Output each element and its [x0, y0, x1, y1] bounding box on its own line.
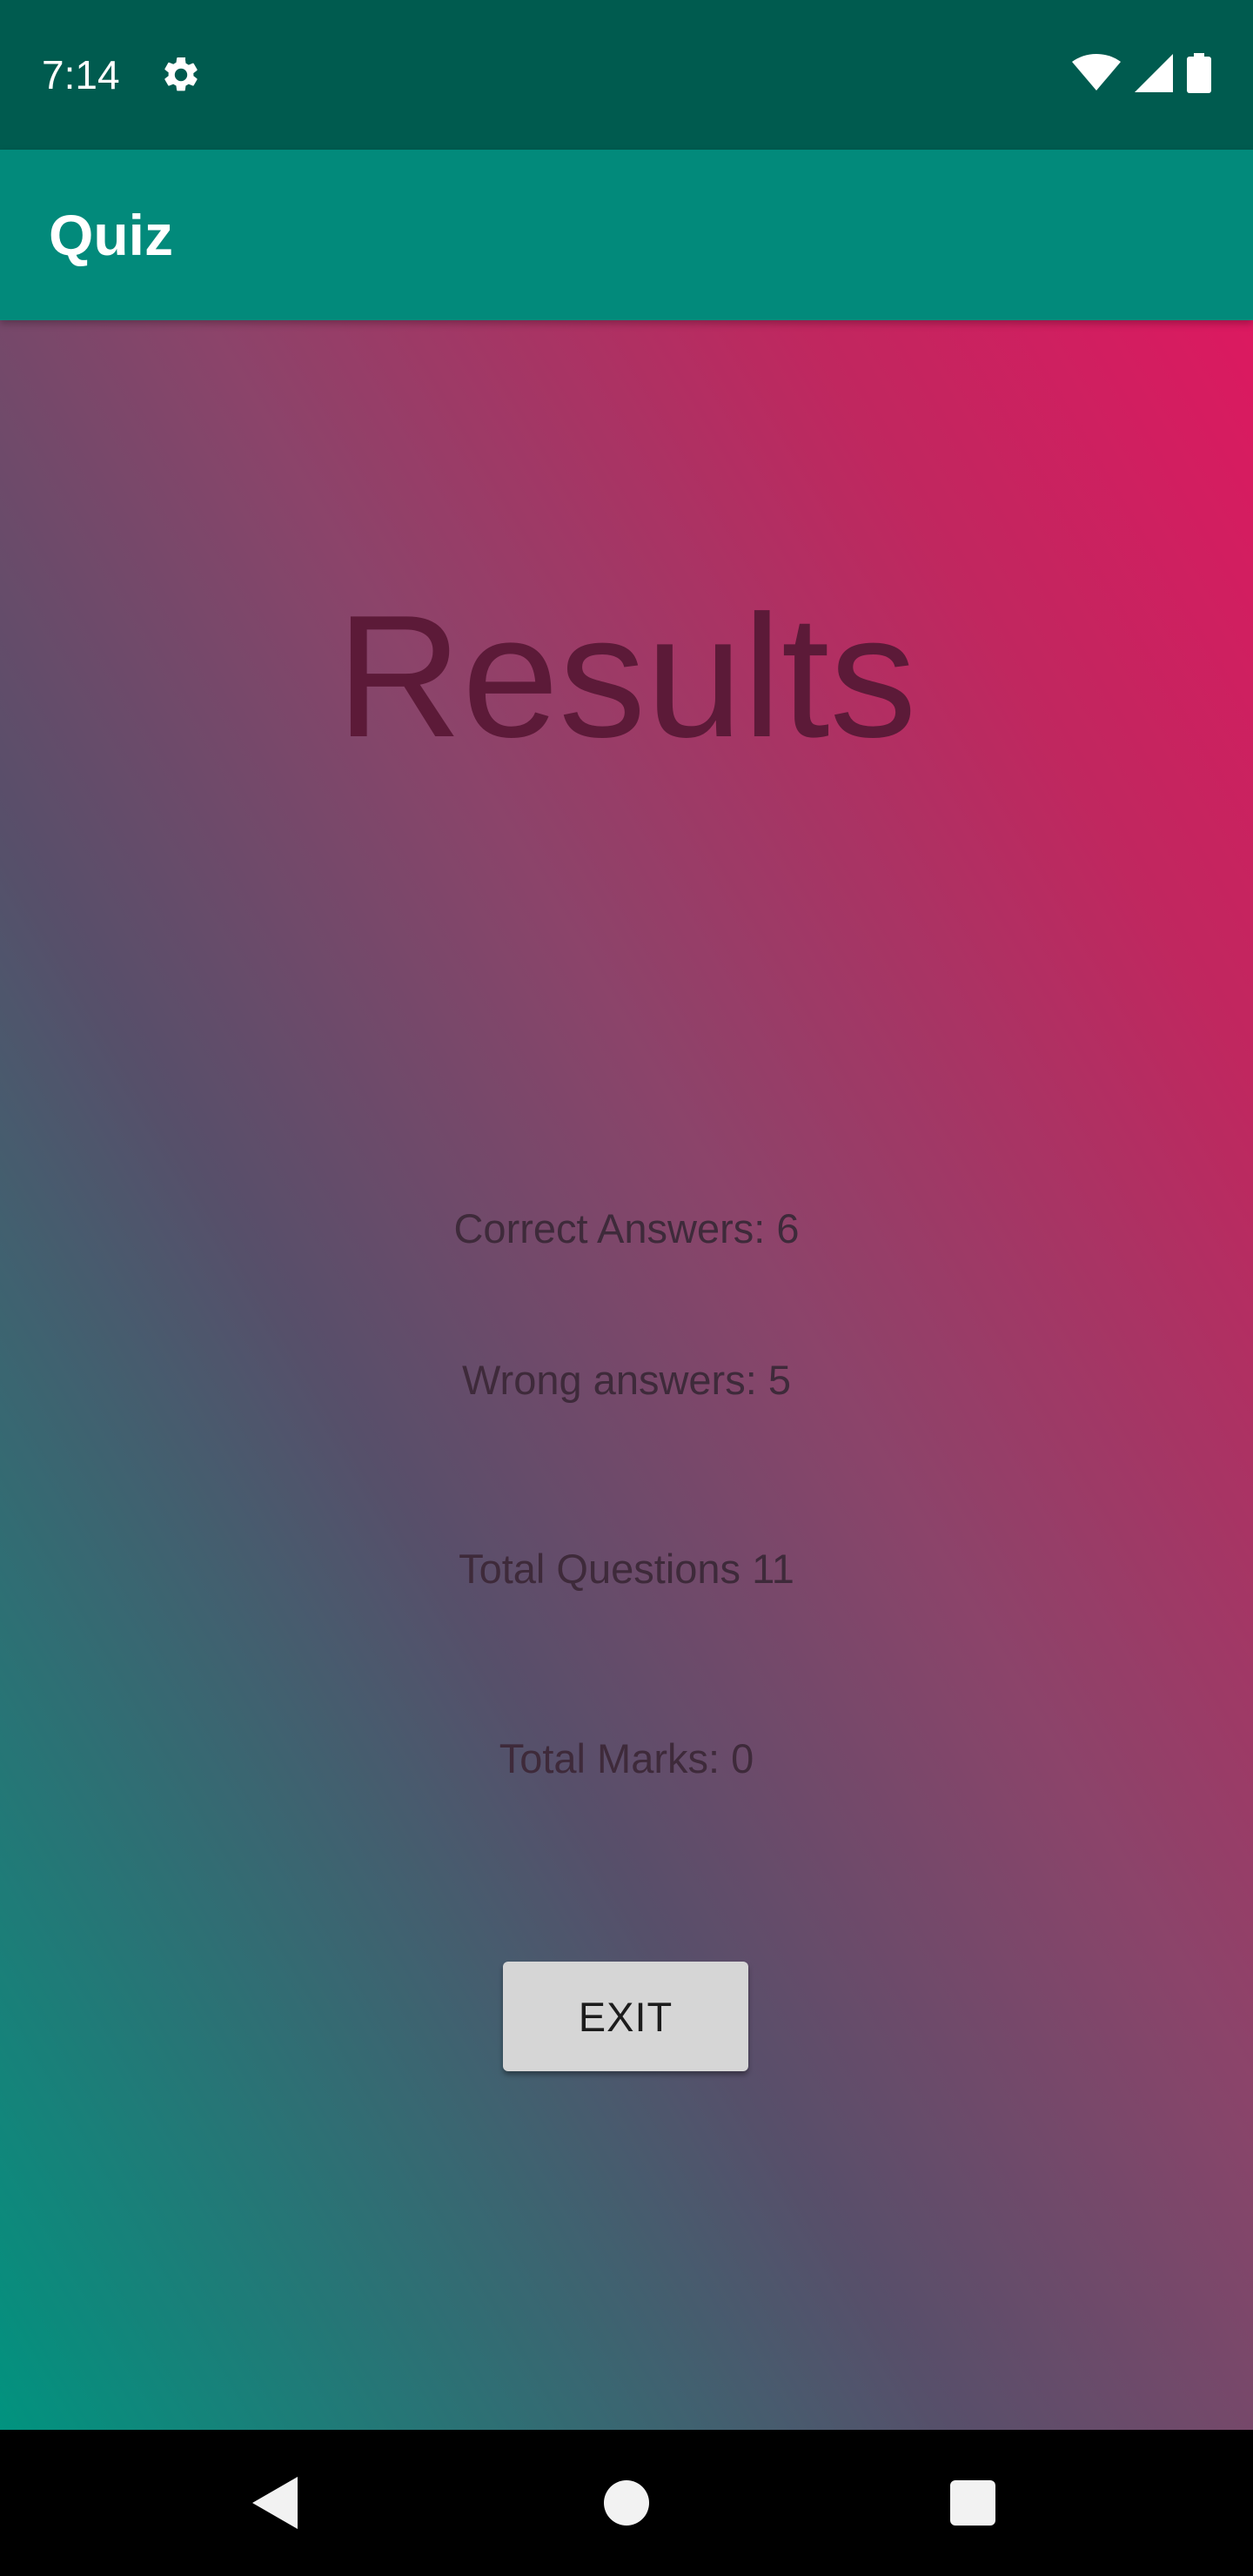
back-icon[interactable]: [252, 2477, 298, 2529]
total-questions-text: Total Questions 11: [459, 1546, 794, 1592]
results-screen: Results Correct Answers: 6 Wrong answers…: [0, 320, 1253, 2430]
wifi-icon: [1072, 53, 1121, 97]
status-bar: 7:14: [0, 0, 1253, 150]
status-icons: [1072, 52, 1211, 97]
home-icon[interactable]: [604, 2480, 649, 2526]
battery-icon: [1187, 52, 1211, 97]
settings-gear-icon: [160, 54, 202, 96]
total-marks-text: Total Marks: 0: [499, 1735, 754, 1781]
cell-signal-icon: [1135, 53, 1173, 97]
wrong-answers-text: Wrong answers: 5: [462, 1357, 791, 1403]
status-time: 7:14: [42, 52, 120, 97]
exit-button[interactable]: EXIT: [503, 1962, 748, 2071]
recents-icon[interactable]: [950, 2480, 995, 2526]
app-bar: Quiz: [0, 150, 1253, 320]
navigation-bar: [0, 2430, 1253, 2576]
results-title: Results: [336, 580, 917, 774]
app-title: Quiz: [49, 203, 173, 267]
correct-answers-text: Correct Answers: 6: [453, 1205, 800, 1251]
